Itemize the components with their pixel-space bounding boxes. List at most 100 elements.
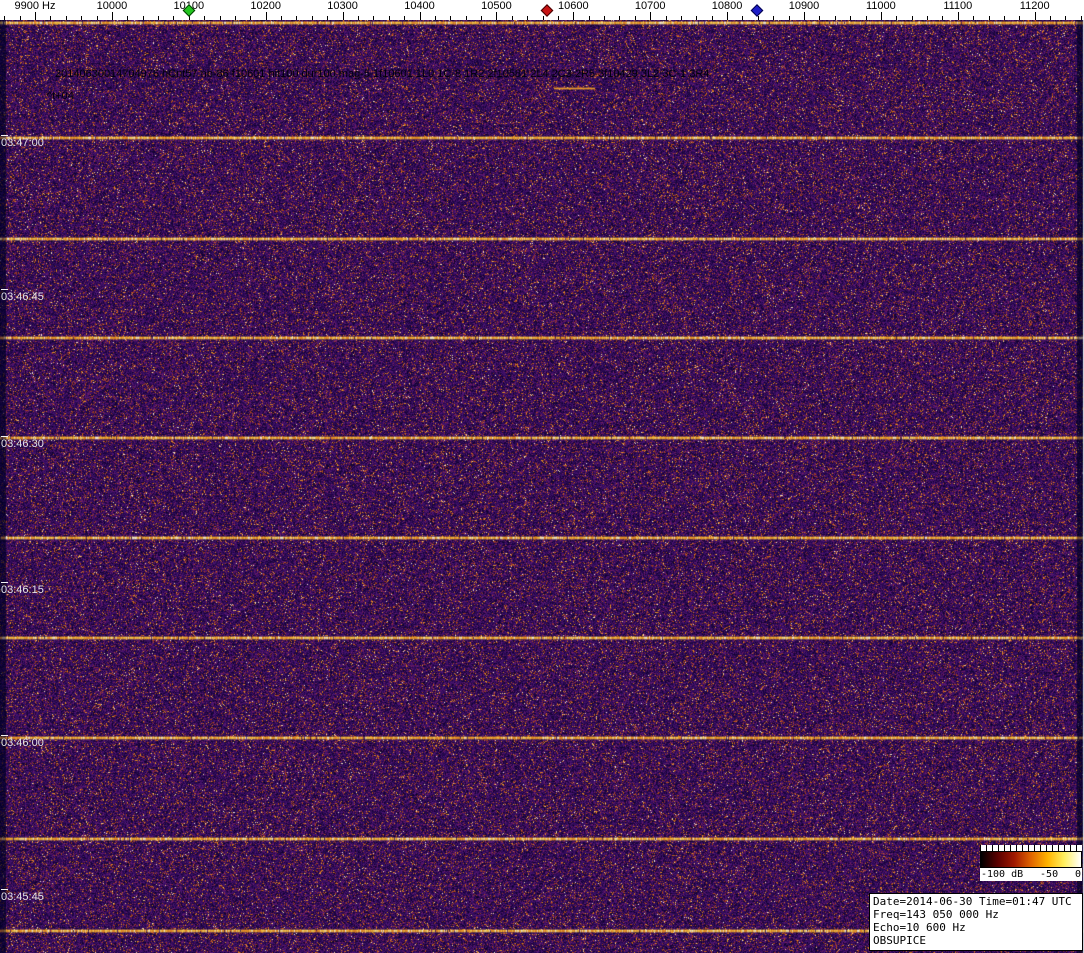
axis-tick xyxy=(788,16,790,20)
axis-tick xyxy=(127,16,129,20)
freq-tick-label: 10800 xyxy=(711,0,743,12)
axis-tick xyxy=(557,16,559,20)
time-tick xyxy=(1,889,8,890)
axis-tick xyxy=(573,12,575,20)
axis-tick xyxy=(680,16,682,20)
time-label-text: 03:45:45 xyxy=(1,891,44,903)
marker-diamond-blue[interactable] xyxy=(750,4,764,17)
axis-tick xyxy=(4,16,6,20)
axis-tick xyxy=(742,16,744,20)
axis-tick xyxy=(158,16,160,20)
axis-tick xyxy=(942,16,944,20)
axis-tick xyxy=(450,16,452,20)
axis-tick xyxy=(357,16,359,20)
freq-tick-label: 10700 xyxy=(634,0,666,12)
freq-tick-label: 10500 xyxy=(481,0,512,12)
axis-tick xyxy=(927,16,929,20)
axis-tick xyxy=(604,16,606,20)
colorbar: -100 dB -50 0 xyxy=(980,845,1082,881)
axis-tick xyxy=(619,16,621,20)
axis-tick xyxy=(465,16,467,20)
axis-tick xyxy=(850,16,852,20)
frequency-axis: 9900 Hz100001010010200103001040010500106… xyxy=(0,0,1084,20)
axis-tick xyxy=(1065,16,1067,20)
axis-tick xyxy=(1003,16,1005,20)
time-tick xyxy=(1,582,8,583)
freq-tick-label: 10300 xyxy=(327,0,358,12)
axis-tick xyxy=(1080,16,1082,20)
axis-tick xyxy=(1019,16,1021,20)
colorbar-mid-label: -50 xyxy=(1040,869,1059,880)
axis-tick xyxy=(434,16,436,20)
time-label-text: 03:46:30 xyxy=(1,438,44,450)
time-label-text: 03:46:15 xyxy=(1,584,44,596)
freq-tick-label: 10000 xyxy=(96,0,128,12)
spectrogram-canvas[interactable] xyxy=(0,20,1084,953)
axis-tick xyxy=(50,16,52,20)
axis-tick xyxy=(911,16,913,20)
axis-tick xyxy=(219,16,221,20)
axis-tick xyxy=(819,16,821,20)
info-line: OBSUPICE xyxy=(873,934,926,947)
axis-tick xyxy=(804,12,805,20)
axis-tick xyxy=(496,12,498,20)
axis-tick xyxy=(650,12,652,20)
axis-tick xyxy=(111,12,113,20)
axis-tick xyxy=(896,16,898,20)
time-tick xyxy=(1,289,8,290)
axis-tick xyxy=(81,16,83,20)
axis-tick xyxy=(696,16,698,20)
axis-tick xyxy=(773,16,775,20)
axis-tick xyxy=(988,16,990,20)
colorbar-min-label: -100 dB xyxy=(981,869,1024,880)
axis-tick xyxy=(373,16,375,20)
axis-tick xyxy=(311,16,313,20)
time-tick xyxy=(1,436,8,437)
axis-tick xyxy=(727,12,729,20)
info-line: Date=2014-06-30 Time=01:47 UTC xyxy=(873,895,1072,908)
freq-tick-label: 10600 xyxy=(558,0,589,12)
axis-tick xyxy=(19,16,21,20)
freq-tick-label: 10400 xyxy=(404,0,435,12)
time-label: 03:47:00 xyxy=(1,135,44,149)
info-line: Echo=10 600 Hz xyxy=(873,921,966,934)
axis-tick xyxy=(511,16,513,20)
axis-tick xyxy=(634,16,636,20)
time-cursor-note: ^t+04 xyxy=(47,90,74,102)
axis-tick xyxy=(527,16,529,20)
colorbar-gradient xyxy=(980,851,1082,868)
axis-tick xyxy=(388,16,390,20)
time-label: 03:45:45 xyxy=(1,889,44,903)
axis-tick xyxy=(250,16,252,20)
axis-tick xyxy=(711,16,713,20)
marker-diamond-red[interactable] xyxy=(540,4,554,17)
axis-tick xyxy=(542,16,544,20)
time-tick xyxy=(1,135,8,136)
freq-tick-label: 11000 xyxy=(866,0,896,12)
freq-tick-label: 11200 xyxy=(1019,0,1050,12)
axis-tick xyxy=(142,16,144,20)
axis-tick xyxy=(865,16,867,20)
axis-tick xyxy=(1050,16,1052,20)
axis-tick xyxy=(880,12,882,20)
axis-tick xyxy=(588,16,590,20)
axis-tick xyxy=(35,12,36,20)
time-label-text: 03:47:00 xyxy=(1,137,44,149)
info-line: Freq=143 050 000 Hz xyxy=(873,908,999,921)
colorbar-max-label: 0 xyxy=(1074,869,1081,880)
time-label-text: 03:46:45 xyxy=(1,291,44,303)
freq-tick-label: 11100 xyxy=(943,0,973,12)
axis-tick xyxy=(757,16,759,20)
axis-tick xyxy=(665,16,667,20)
axis-tick xyxy=(173,16,175,20)
colorbar-labels: -100 dB -50 0 xyxy=(980,868,1082,881)
axis-tick xyxy=(265,12,267,20)
axis-tick xyxy=(1034,12,1036,20)
axis-tick xyxy=(419,12,421,20)
detection-annotation: 20140630014704976 hCnt57 nb-86 f10601 hi… xyxy=(55,68,710,80)
freq-tick-label: 10200 xyxy=(250,0,281,12)
time-label: 03:46:30 xyxy=(1,436,44,450)
spectrogram-window: 9900 Hz100001010010200103001040010500106… xyxy=(0,0,1084,953)
freq-tick-label: 10900 xyxy=(788,0,820,12)
axis-tick xyxy=(973,16,975,20)
